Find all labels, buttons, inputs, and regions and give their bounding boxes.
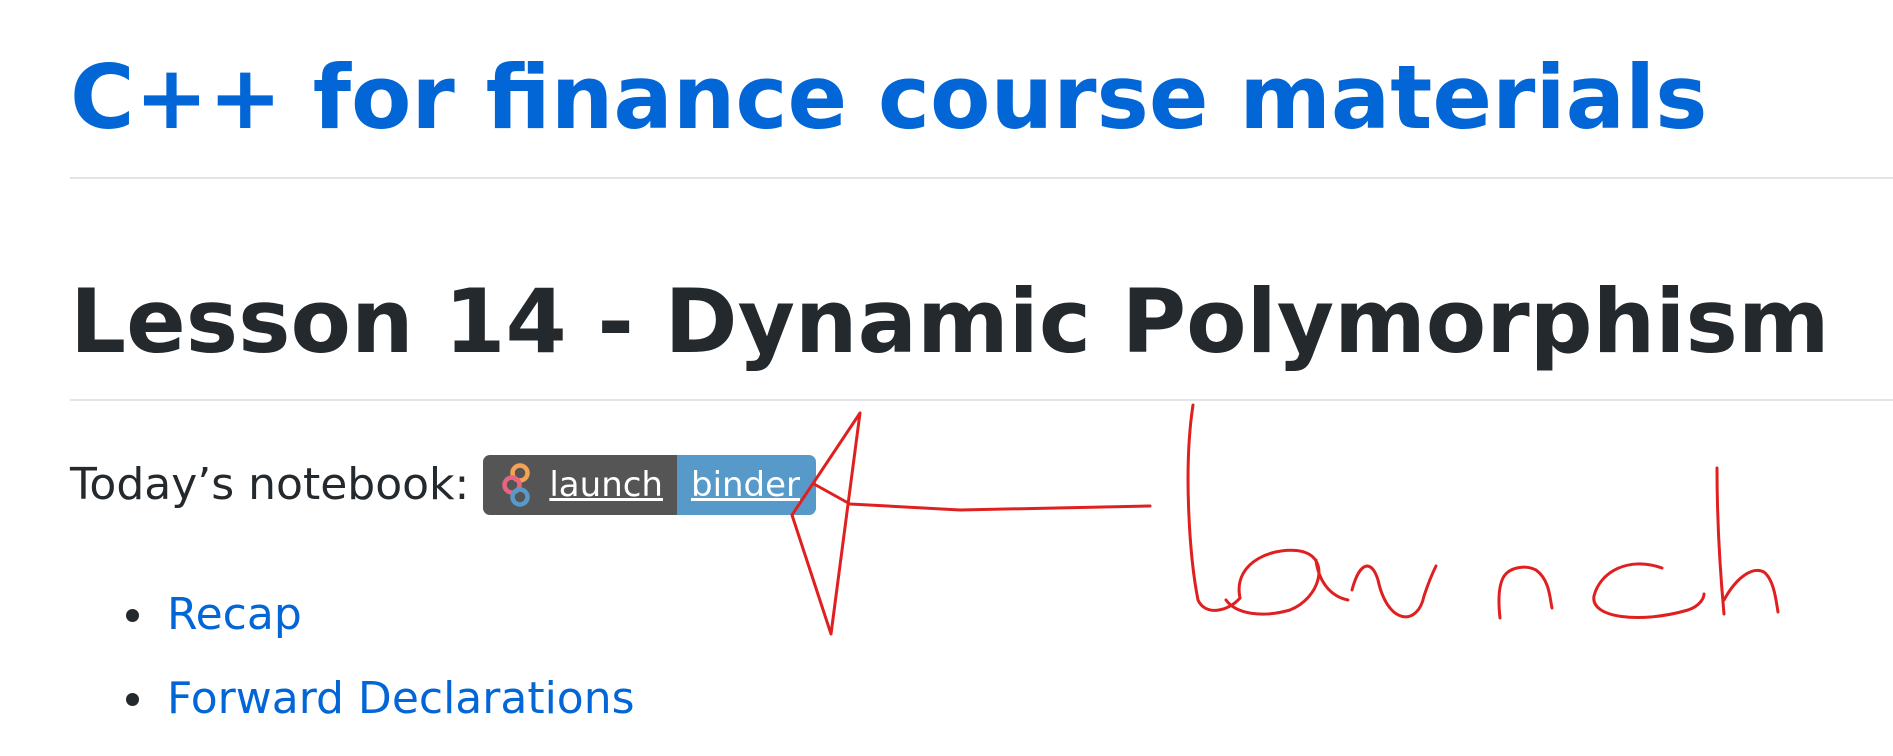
title-divider (70, 399, 1893, 401)
badge-right-segment: binder (676, 455, 817, 515)
handwriting-l (1186, 403, 1242, 612)
bullet-icon (126, 609, 139, 622)
handwriting-a (1224, 548, 1350, 616)
page-title: Lesson 14 - Dynamic Polymorphism (70, 270, 1830, 373)
toc-link-recap[interactable]: Recap (167, 580, 302, 650)
handwriting-u (1350, 564, 1438, 619)
handwriting-h (1715, 466, 1780, 616)
badge-binder-text: binder (690, 465, 801, 505)
hand-drawn-arrow-icon (790, 411, 1152, 636)
bullet-icon (126, 693, 139, 706)
handwriting-n (1497, 565, 1554, 620)
header-divider (70, 177, 1893, 179)
notebook-label: Today’s notebook: (70, 459, 470, 510)
binder-logo-icon (502, 463, 531, 507)
launch-binder-badge[interactable]: launch binder (483, 455, 817, 515)
badge-left-segment: launch (483, 455, 677, 515)
handwriting-c (1592, 562, 1706, 619)
toc-link-forward-declarations[interactable]: Forward Declarations (167, 664, 635, 734)
site-title-link[interactable]: C++ for finance course materials (70, 38, 1708, 158)
page: C++ for finance course materials Lesson … (0, 0, 1893, 756)
notebook-row: Today’s notebook: launch binder (70, 450, 817, 520)
badge-launch-text: launch (549, 465, 663, 505)
